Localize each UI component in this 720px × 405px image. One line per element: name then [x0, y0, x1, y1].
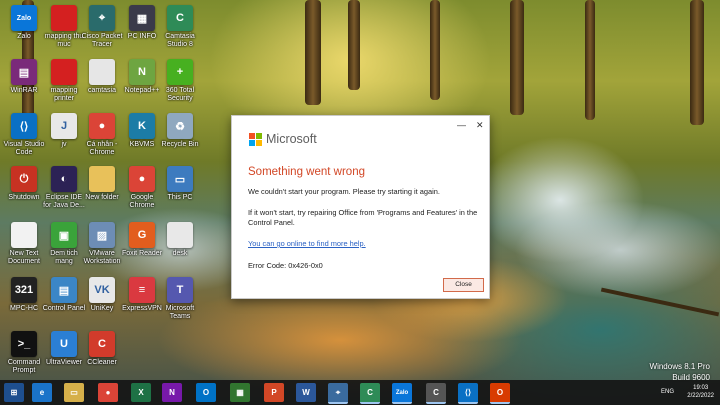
onenote-icon[interactable]: N: [162, 383, 182, 402]
brand-name: Microsoft: [266, 132, 317, 146]
desktop-icon[interactable]: ▭ This PC: [157, 166, 203, 220]
desktop-icon[interactable]: C Camtasia Studio 8: [157, 5, 203, 59]
desktop-icon-label: CCleaner: [87, 359, 117, 366]
word-icon[interactable]: W: [296, 383, 316, 402]
error-code: Error Code: 0x426-0x0: [248, 261, 323, 270]
file-explorer-icon[interactable]: ▭: [64, 383, 84, 402]
repair-hint: If it won't start, try repairing Office …: [248, 208, 478, 227]
power-icon: ⏻: [11, 166, 37, 192]
cmd-icon: >_: [11, 331, 37, 357]
document-icon: [89, 59, 115, 85]
desktop-icon-label: Recycle Bin: [161, 141, 199, 148]
zalo-icon: Zalo: [11, 5, 37, 31]
mpchc-icon: 321: [11, 277, 37, 303]
vscode-icon: ⟨⟩: [11, 113, 37, 139]
tree-trunk: [305, 0, 321, 105]
project-icon[interactable]: ▦: [230, 383, 250, 402]
tree-trunk: [690, 0, 704, 125]
clock-date[interactable]: 2/22/2022: [687, 392, 714, 400]
close-icon[interactable]: ✕: [476, 120, 484, 131]
desktop-icon[interactable]: ♻ Recycle Bin: [157, 113, 203, 167]
folder-red-icon: [51, 59, 77, 85]
recycle-bin-icon: ♻: [167, 113, 193, 139]
camtasia-icon[interactable]: C: [360, 383, 380, 404]
eclipse-icon: ◐: [51, 166, 77, 192]
file-icon: [167, 222, 193, 248]
teams-icon: T: [167, 277, 193, 303]
dialog-title: Something went wrong: [248, 166, 365, 178]
chrome-icon: ●: [129, 166, 155, 192]
computer-icon: ▭: [167, 166, 193, 192]
network-icon: ▣: [51, 222, 77, 248]
desktop-icon-label: Camtasia Studio 8: [165, 33, 195, 48]
powerpoint-icon[interactable]: P: [264, 383, 284, 402]
error-message: We couldn't start your program. Please t…: [248, 187, 440, 196]
start-icon[interactable]: ⊞: [4, 383, 24, 402]
winrar-icon: ▤: [11, 59, 37, 85]
security-plus-icon: +: [167, 59, 193, 85]
clock-time[interactable]: 19:03: [687, 384, 714, 392]
outlook-icon[interactable]: O: [196, 383, 216, 402]
close-button[interactable]: Close: [443, 278, 484, 292]
desktop-icon-label: desk: [172, 250, 188, 257]
control-panel-icon: ▤: [51, 277, 77, 303]
desktop-icon-label: This PC: [167, 194, 193, 201]
vscode-icon[interactable]: ⟨⟩: [458, 383, 478, 404]
os-edition: Windows 8.1 Pro: [649, 362, 710, 371]
desktop-icon[interactable]: T Microsoft Teams: [157, 277, 203, 331]
desktop-icon[interactable]: desk: [157, 222, 203, 276]
ccleaner-icon: C: [89, 331, 115, 357]
camtasia-recorder-icon[interactable]: C: [426, 383, 446, 404]
packet-tracer-icon[interactable]: ⌖: [328, 383, 348, 404]
internet-explorer-icon[interactable]: e: [32, 383, 52, 402]
tree-trunk: [348, 0, 360, 90]
java-file-icon: J: [51, 113, 77, 139]
folder-icon: [89, 166, 115, 192]
tree-trunk: [585, 0, 595, 120]
system-tray[interactable]: ENG 19:03 2/22/2022: [661, 384, 714, 400]
expressvpn-icon: ≡: [129, 277, 155, 303]
zalo-icon[interactable]: Zalo: [392, 383, 412, 404]
foxit-icon: G: [129, 222, 155, 248]
pcinfo-icon: ▦: [129, 5, 155, 31]
kbvms-icon: K: [129, 113, 155, 139]
help-link[interactable]: You can go online to find more help.: [248, 239, 480, 249]
language-indicator[interactable]: ENG: [661, 388, 674, 396]
chrome-icon[interactable]: ●: [98, 383, 118, 402]
minimize-button[interactable]: —: [457, 120, 466, 130]
cisco-icon: ⌖: [89, 5, 115, 31]
folder-red-icon: [51, 5, 77, 31]
desktop-icon[interactable]: +360 Total Security: [157, 59, 203, 113]
desktop-icon[interactable]: C CCleaner: [79, 331, 125, 385]
excel-icon[interactable]: X: [131, 383, 151, 402]
taskbar: ⊞ e ▭ ● X N O ▦ P W ⌖ C Zalo C ⟨⟩ O: [0, 380, 720, 405]
tree-trunk: [430, 0, 440, 100]
text-document-icon: [11, 222, 37, 248]
office-error-dialog: Microsoft — ✕ Something went wrong We co…: [231, 115, 490, 299]
notepadpp-icon: N: [129, 59, 155, 85]
desktop-icon-label: 360 Total Security: [165, 87, 195, 102]
office-icon[interactable]: O: [490, 383, 510, 404]
chrome-icon: ●: [89, 113, 115, 139]
branch: [600, 287, 720, 317]
vmware-icon: ▨: [89, 222, 115, 248]
ultraviewer-icon: U: [51, 331, 77, 357]
tree-trunk: [510, 0, 524, 115]
desktop-icon-label: Microsoft Teams: [165, 305, 195, 320]
unikey-icon: VK: [89, 277, 115, 303]
microsoft-logo-icon: [249, 133, 262, 146]
camtasia-icon: C: [167, 5, 193, 31]
